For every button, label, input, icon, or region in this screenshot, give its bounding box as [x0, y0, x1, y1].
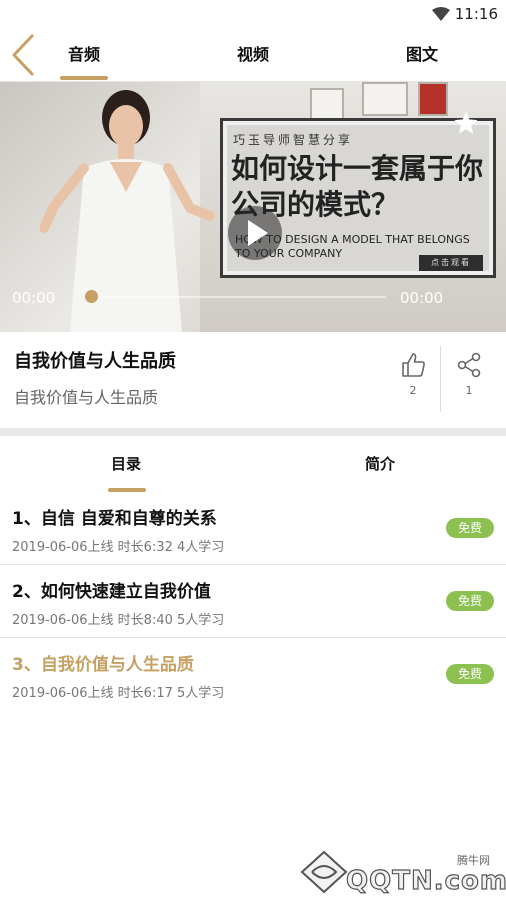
tab-article[interactable]: 图文	[382, 28, 462, 82]
progress-track[interactable]	[90, 296, 386, 298]
divider	[440, 346, 441, 412]
play-icon[interactable]	[228, 206, 282, 260]
lesson-item[interactable]: 1、自信 自爱和自尊的关系 2019-06-06上线 时长6:32 4人学习 免…	[0, 492, 506, 565]
poster-kicker: 巧玉导师智慧分享	[233, 133, 354, 147]
lesson-meta: 2019-06-06上线 时长6:17 5人学习	[12, 686, 225, 701]
watermark-logo-icon	[300, 850, 348, 894]
lesson-meta: 2019-06-06上线 时长8:40 5人学习	[12, 613, 225, 628]
status-clock: 11:16	[454, 5, 498, 23]
section-divider	[0, 428, 506, 436]
poster-cta: 点击观看	[419, 255, 483, 271]
active-tab-underline	[60, 76, 108, 80]
like-count: 2	[409, 384, 417, 397]
thumbs-up-icon	[402, 353, 425, 377]
lesson-item[interactable]: 2、如何快速建立自我价值 2019-06-06上线 时长8:40 5人学习 免费	[0, 565, 506, 638]
favorite-star-icon[interactable]	[453, 110, 479, 136]
progress-knob[interactable]	[85, 290, 98, 303]
lesson-item-active[interactable]: 3、自我价值与人生品质 2019-06-06上线 时长6:17 5人学习 免费	[0, 638, 506, 711]
like-button[interactable]: 2	[396, 352, 430, 414]
top-nav: 音频 视频 图文	[0, 28, 506, 82]
tab-catalog[interactable]: 目录	[86, 436, 166, 492]
watermark: 腾牛网 QQTN.com	[296, 848, 506, 897]
status-bar: 11:16	[0, 0, 506, 28]
current-time: 00:00	[12, 289, 56, 307]
free-badge: 免费	[446, 664, 494, 684]
lesson-title: 2、如何快速建立自我价值	[12, 582, 211, 602]
tab-intro[interactable]: 简介	[340, 436, 420, 492]
tab-video[interactable]: 视频	[213, 28, 293, 82]
wall-frame	[418, 82, 448, 116]
share-icon	[457, 352, 481, 378]
lesson-meta: 2019-06-06上线 时长6:32 4人学习	[12, 540, 225, 555]
tab-audio[interactable]: 音频	[44, 28, 124, 82]
content-tabs: 目录 简介	[0, 436, 506, 492]
free-badge: 免费	[446, 518, 494, 538]
wifi-icon	[432, 7, 450, 21]
course-title: 自我价值与人生品质	[14, 351, 176, 372]
lesson-title: 1、自信 自爱和自尊的关系	[12, 509, 217, 529]
course-subtitle: 自我价值与人生品质	[14, 388, 159, 407]
course-info: 自我价值与人生品质 自我价值与人生品质 2 1	[0, 332, 506, 428]
back-arrow-icon[interactable]	[6, 30, 40, 80]
watermark-big-text: QQTN.com	[345, 865, 506, 896]
share-button[interactable]: 1	[452, 352, 486, 414]
media-player[interactable]: 巧玉导师智慧分享 如何设计一套属于你公司的模式？ HOW TO DESIGN A…	[0, 82, 506, 332]
free-badge: 免费	[446, 591, 494, 611]
share-count: 1	[465, 384, 473, 397]
wall-frame	[362, 82, 408, 116]
duration-time: 00:00	[400, 289, 444, 307]
lesson-title: 3、自我价值与人生品质	[12, 655, 194, 675]
